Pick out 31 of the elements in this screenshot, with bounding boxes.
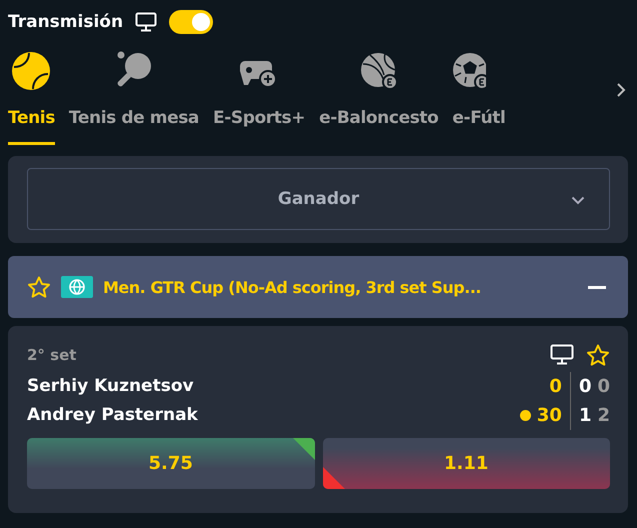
chevron-down-icon (571, 196, 585, 205)
league-header[interactable]: Men. GTR Cup (No-Ad scoring, 3rd set Sup... (8, 256, 628, 318)
sport-tab[interactable]: e-Baloncesto (319, 50, 438, 145)
points-score: 0 (549, 376, 562, 397)
stream-label: Transmisión (8, 12, 124, 32)
odds-button[interactable]: 1.11 (322, 438, 610, 489)
games-score: 1 (578, 405, 592, 426)
star-icon[interactable] (27, 276, 51, 298)
monitor-icon[interactable] (550, 344, 574, 366)
sets-score: 0 (597, 376, 610, 397)
sets-score: 2 (597, 405, 610, 426)
chevron-right-icon[interactable] (616, 82, 626, 98)
games-score: 0 (578, 376, 592, 397)
stream-toggle[interactable] (169, 10, 214, 34)
odds-button[interactable]: 5.75 (27, 438, 314, 489)
sport-tab[interactable]: E-Sports+ (213, 50, 306, 145)
player-name: Andrey Pasternak (27, 404, 199, 427)
market-dropdown[interactable]: Ganador (27, 168, 610, 230)
points-score: 30 (536, 405, 562, 426)
globe-icon (61, 276, 93, 298)
tennis-ball-icon (11, 51, 52, 91)
collapse-icon[interactable] (588, 286, 606, 288)
sport-tab[interactable]: e-Fútl (452, 50, 516, 145)
monitor-icon (135, 12, 158, 32)
player-name: Serhiy Kuznetsov (27, 375, 195, 398)
sport-tab[interactable]: Tenis (8, 50, 55, 145)
set-label: 2° set (27, 346, 78, 364)
sport-tab[interactable]: Tenis de mesa (68, 50, 200, 145)
basketball-icon (360, 52, 398, 90)
league-name: Men. GTR Cup (No-Ad scoring, 3rd set Sup... (103, 278, 482, 296)
star-icon[interactable] (586, 344, 610, 366)
